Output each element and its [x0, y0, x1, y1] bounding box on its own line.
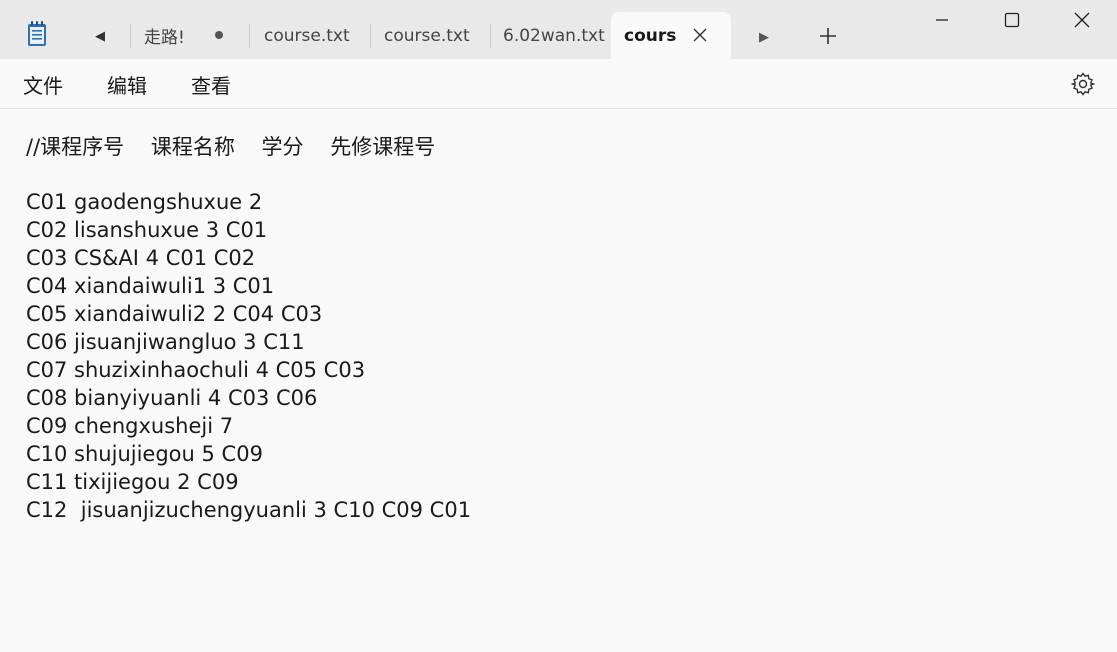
- tab-separator: [249, 24, 250, 48]
- editor-line-header: //课程序号 课程名称 学分 先修课程号: [26, 135, 436, 159]
- unsaved-indicator: [215, 31, 223, 39]
- gear-icon: [1070, 72, 1096, 96]
- tab-label: cours: [624, 25, 677, 46]
- editor-line: C03 CS&AI 4 C01 C02: [26, 246, 256, 270]
- minimize-icon: [936, 19, 948, 21]
- maximize-button[interactable]: [977, 0, 1047, 40]
- tab-scroll-right-button[interactable]: ▶: [752, 24, 776, 50]
- notepad-icon: [27, 21, 47, 47]
- text-editor[interactable]: //课程序号 课程名称 学分 先修课程号 C01 gaodengshuxue 2…: [0, 109, 1117, 652]
- editor-line: C04 xiandaiwuli1 3 C01: [26, 274, 275, 298]
- editor-line: C06 jisuanjiwangluo 3 C11: [26, 330, 305, 354]
- new-tab-button[interactable]: [816, 24, 840, 48]
- chevron-right-icon: ▶: [759, 29, 769, 45]
- tab-scroll-left-button[interactable]: ◀: [88, 22, 112, 50]
- tab-label: course.txt: [264, 25, 350, 46]
- editor-line: C08 bianyiyuanli 4 C03 C06: [26, 386, 318, 410]
- tab-label: course.txt: [384, 25, 470, 46]
- tab-4[interactable]: 6.02wan.txt: [491, 12, 609, 59]
- editor-line: C05 xiandaiwuli2 2 C04 C03: [26, 302, 323, 326]
- editor-line: C10 shujujiegou 5 C09: [26, 442, 263, 466]
- menu-bar: 文件 编辑 查看: [0, 59, 1117, 109]
- tab-2[interactable]: course.txt: [251, 12, 369, 59]
- close-icon: [1074, 12, 1090, 28]
- editor-line: C09 chengxusheji 7: [26, 414, 234, 438]
- menu-file[interactable]: 文件: [23, 69, 63, 99]
- editor-line: C01 gaodengshuxue 2: [26, 190, 263, 214]
- tab-1[interactable]: 走路!: [132, 12, 248, 59]
- notepad-window: ◀ 走路! course.txt course.txt 6.02wan.txt …: [0, 0, 1117, 652]
- chevron-left-icon: ◀: [95, 28, 105, 44]
- editor-line: C11 tixijiegou 2 C09: [26, 470, 239, 494]
- title-bar: ◀ 走路! course.txt course.txt 6.02wan.txt …: [0, 0, 1117, 59]
- close-window-button[interactable]: [1047, 0, 1117, 40]
- tab-label: 走路!: [144, 28, 185, 48]
- editor-line: C12 jisuanjizuchengyuanli 3 C10 C09 C01: [26, 498, 472, 522]
- minimize-button[interactable]: [907, 0, 977, 40]
- maximize-icon: [1004, 12, 1020, 28]
- close-tab-button[interactable]: [691, 26, 709, 44]
- editor-line: C02 lisanshuxue 3 C01: [26, 218, 268, 242]
- tab-label: 6.02wan.txt: [503, 25, 605, 46]
- plus-icon: [820, 28, 836, 44]
- menu-edit[interactable]: 编辑: [107, 69, 147, 99]
- editor-line: C07 shuzixinhaochuli 4 C05 C03: [26, 358, 366, 382]
- tab-active[interactable]: cours: [611, 12, 731, 59]
- menu-view[interactable]: 查看: [191, 69, 231, 99]
- settings-button[interactable]: [1070, 71, 1096, 97]
- editor-content[interactable]: //课程序号 课程名称 学分 先修课程号 C01 gaodengshuxue 2…: [26, 133, 1086, 524]
- close-icon: [693, 28, 707, 42]
- tab-3[interactable]: course.txt: [371, 12, 489, 59]
- tab-separator: [130, 24, 131, 48]
